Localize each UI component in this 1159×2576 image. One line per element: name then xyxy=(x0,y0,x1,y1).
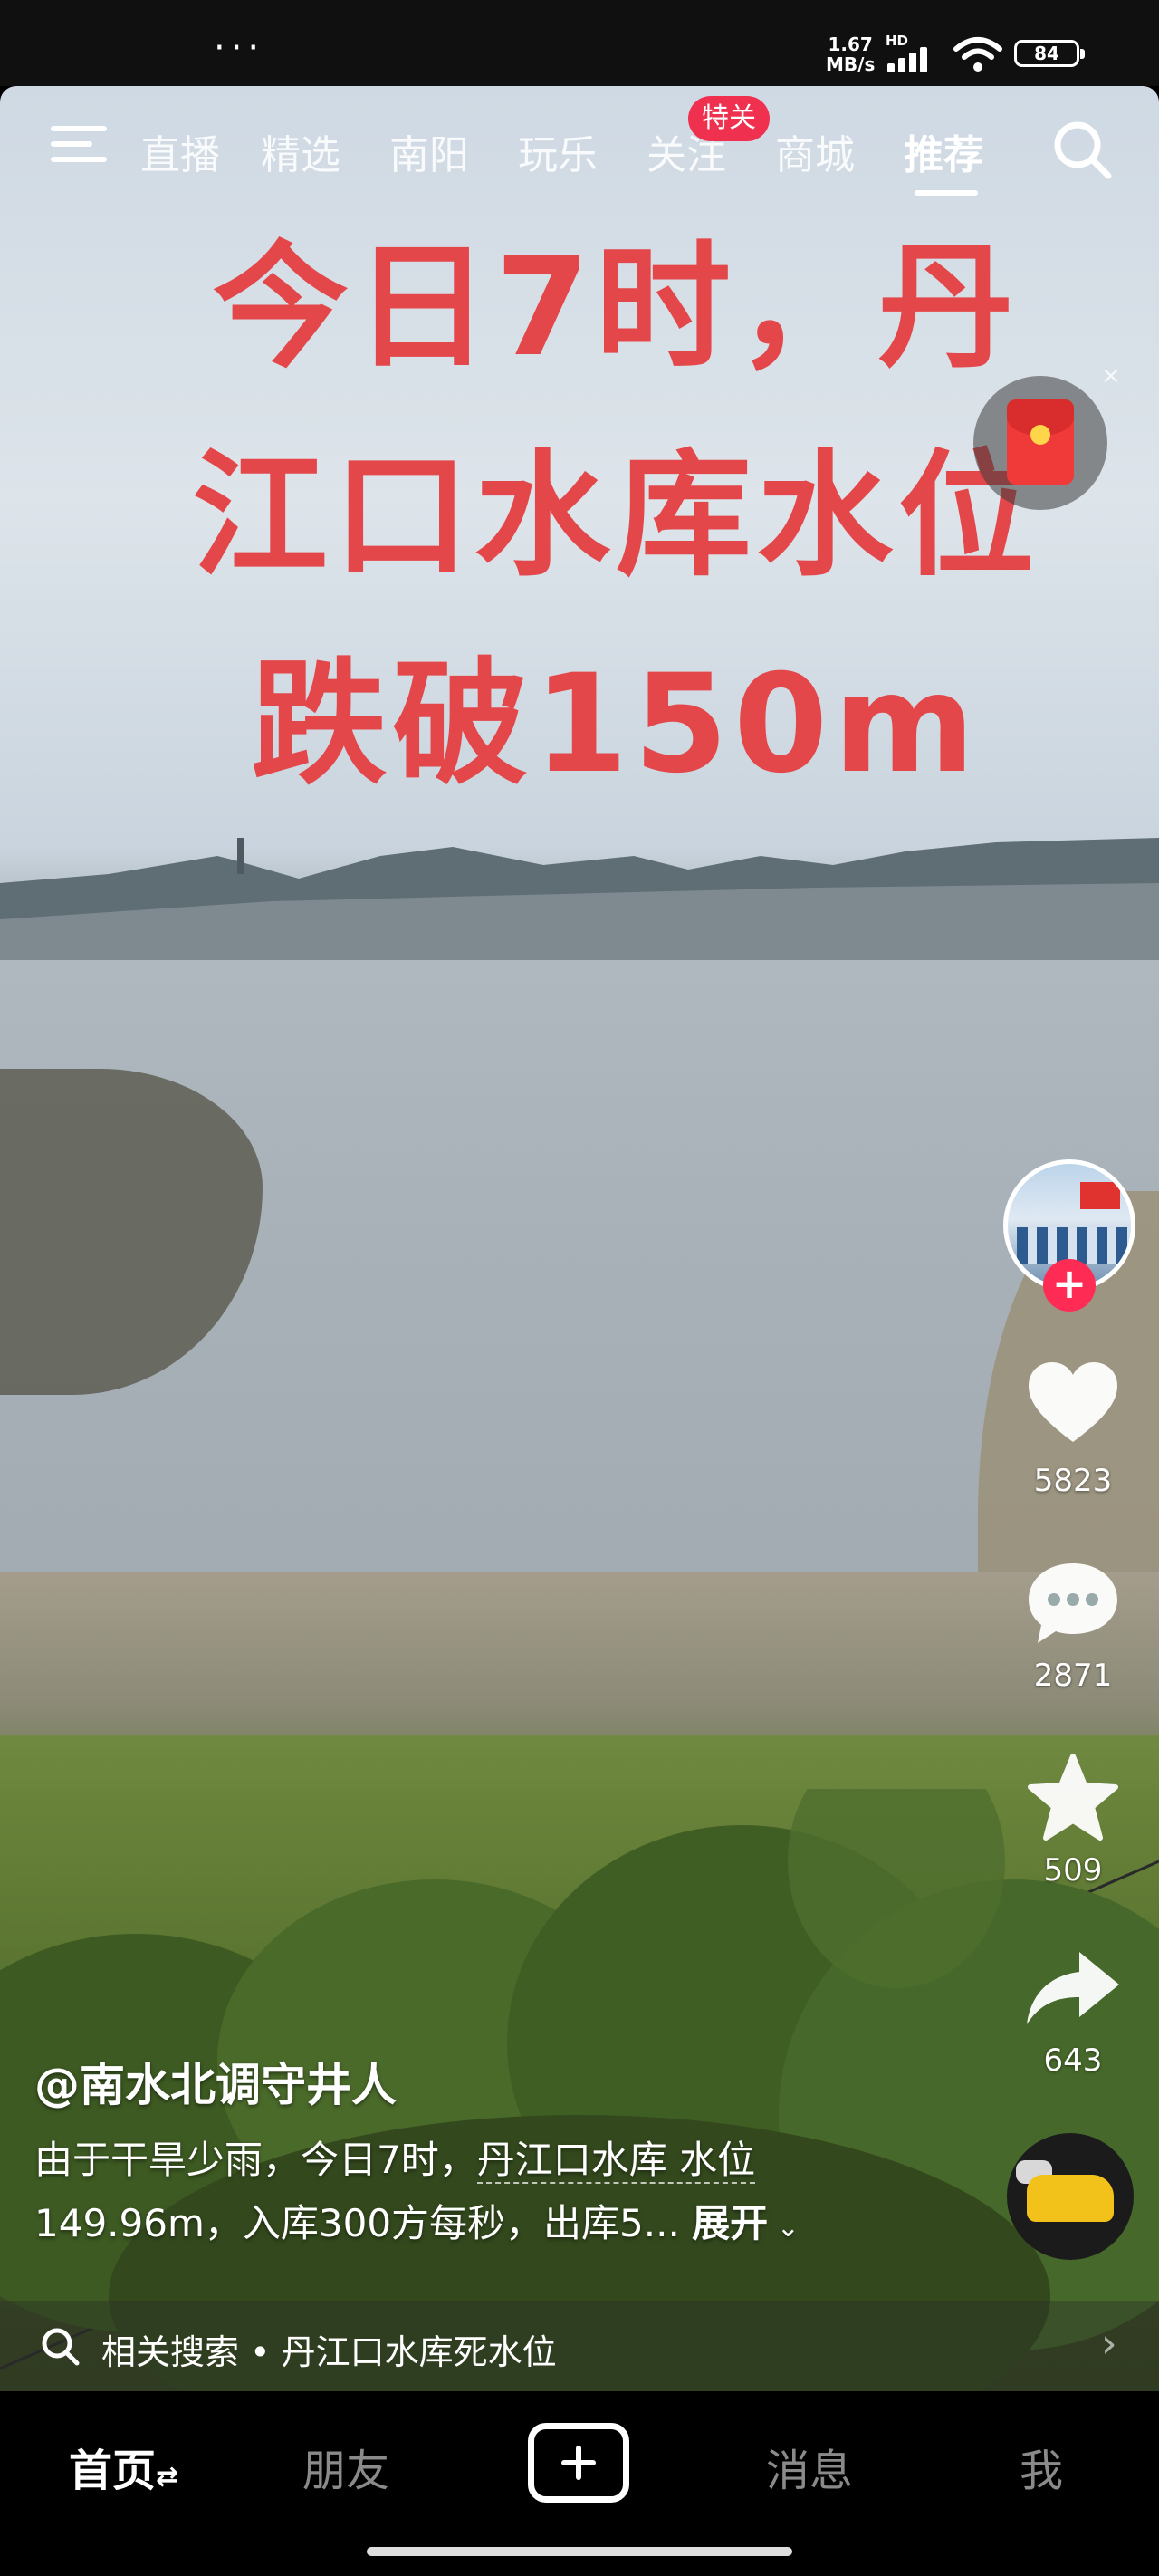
wifi-icon xyxy=(953,37,1002,72)
red-packet-close-icon[interactable]: × xyxy=(1101,362,1121,389)
signal-icon xyxy=(887,43,942,72)
nav-friends[interactable]: 朋友 xyxy=(302,2435,389,2498)
nav-home-label: 首页 xyxy=(69,2446,157,2496)
tab-live[interactable]: 直播 xyxy=(140,122,220,180)
menu-icon[interactable] xyxy=(51,122,107,166)
bottom-nav: 首页⇄ 朋友 消息 我 xyxy=(0,2391,1159,2576)
create-plus-button[interactable] xyxy=(528,2423,629,2503)
network-speed-unit: MB/s xyxy=(826,53,876,75)
favorite-count: 509 xyxy=(1043,1852,1103,1889)
home-indicator[interactable] xyxy=(367,2547,792,2556)
related-search-bar[interactable]: 相关搜索 • 丹江口水库死水位 › xyxy=(0,2301,1159,2391)
comment-count: 2871 xyxy=(1033,1658,1113,1694)
red-packet-button[interactable] xyxy=(973,376,1107,510)
active-tab-indicator xyxy=(915,190,978,196)
nav-home[interactable]: 首页⇄ xyxy=(69,2435,178,2498)
red-envelope-icon xyxy=(1007,399,1074,485)
chevron-right-icon: › xyxy=(1101,2321,1117,2367)
search-icon[interactable] xyxy=(1050,118,1114,181)
comment-bubble-icon[interactable] xyxy=(1023,1558,1123,1648)
description-text-2: 149.96m，入库300方每秒，出库5... xyxy=(34,2201,680,2245)
expand-button[interactable]: 展开 xyxy=(692,2201,768,2245)
overlay-line-2: 江口水库水位 xyxy=(191,437,1039,595)
status-bar: ··· 1.67 MB/s HD 84 xyxy=(0,0,1159,86)
chevron-down-icon[interactable]: ⌄ xyxy=(768,2212,800,2244)
tab-recommend[interactable]: 推荐 xyxy=(904,122,983,180)
share-count: 643 xyxy=(1043,2043,1103,2079)
share-arrow-icon[interactable] xyxy=(1023,1943,1123,2033)
follow-button[interactable]: + xyxy=(1043,1259,1096,1312)
overlay-line-3: 跌破150m xyxy=(251,646,981,803)
network-speed-value: 1.67 xyxy=(828,34,873,55)
video-description[interactable]: 由于干旱少雨，今日7时，丹江口水库 水位 149.96m，入库300方每秒，出库… xyxy=(34,2129,940,2260)
like-count: 5823 xyxy=(1033,1463,1113,1499)
switch-icon: ⇄ xyxy=(156,2461,179,2493)
tab-featured[interactable]: 精选 xyxy=(261,122,340,180)
author-name[interactable]: @南水北调守井人 xyxy=(34,2049,397,2114)
status-more-dots: ··· xyxy=(214,27,265,69)
tab-mall[interactable]: 商城 xyxy=(775,122,855,180)
favorite-star-icon[interactable] xyxy=(1023,1753,1123,1843)
tab-fun[interactable]: 玩乐 xyxy=(518,122,598,180)
network-speed: 1.67 MB/s xyxy=(826,34,875,74)
search-icon xyxy=(42,2328,80,2366)
nav-me[interactable]: 我 xyxy=(1020,2435,1063,2498)
nav-messages[interactable]: 消息 xyxy=(766,2435,853,2498)
special-follow-badge: 特关 xyxy=(688,96,770,141)
music-disc[interactable] xyxy=(1007,2133,1134,2260)
overlay-line-1: 今日7时，丹 xyxy=(212,229,1020,387)
hills-graphic xyxy=(0,838,1159,965)
description-text-1: 由于干旱少雨，今日7时， xyxy=(34,2138,477,2182)
related-search-text: 相关搜索 • 丹江口水库死水位 xyxy=(101,2332,557,2372)
video-overlay-title: 今日7时，丹 江口水库水位 跌破150m xyxy=(109,204,1123,829)
tab-nanyang[interactable]: 南阳 xyxy=(389,122,469,180)
description-search-link[interactable]: 丹江口水库 水位 xyxy=(476,2138,756,2184)
like-heart-icon[interactable] xyxy=(1023,1359,1123,1449)
battery-indicator: 84 xyxy=(1014,40,1085,67)
